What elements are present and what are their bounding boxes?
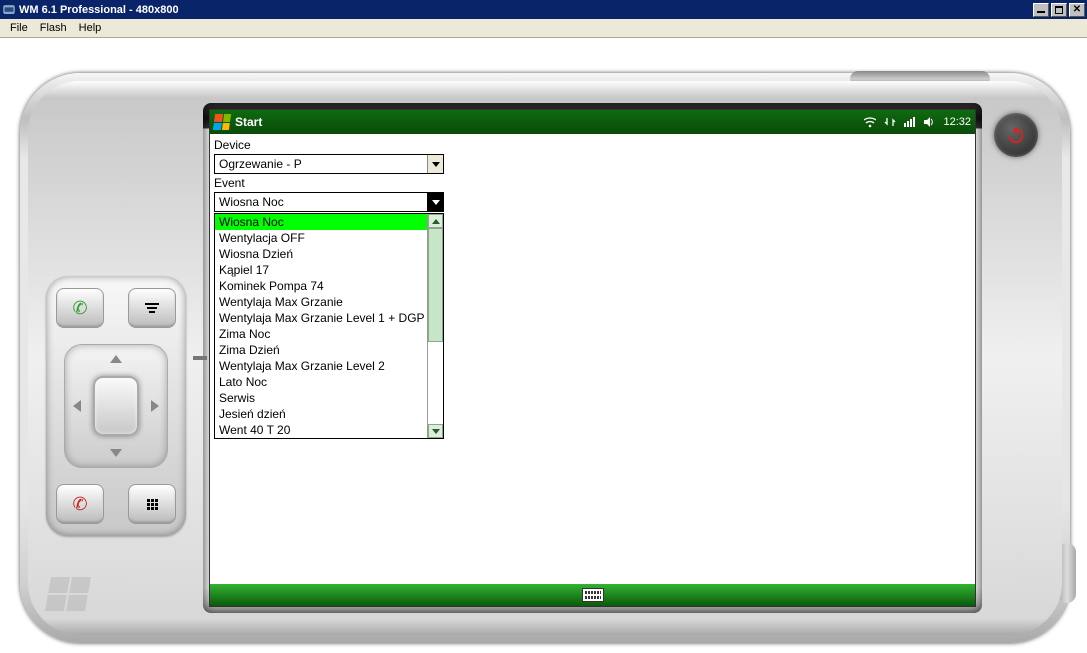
menu-file[interactable]: File	[4, 20, 34, 36]
wm-statusbar[interactable]: Start 12:32	[210, 110, 975, 134]
windows-logo-icon	[45, 577, 91, 611]
event-option[interactable]: Wentylacja OFF	[215, 230, 427, 246]
screen-notch	[193, 356, 207, 360]
menubar: File Flash Help	[0, 19, 1087, 38]
event-option[interactable]: Lato Noc	[215, 374, 427, 390]
dpad[interactable]	[64, 344, 168, 468]
wm-bottombar[interactable]	[210, 584, 975, 606]
window-controls: ✕	[1031, 3, 1085, 17]
event-combo[interactable]: Wiosna Noc	[214, 192, 444, 212]
scroll-thumb[interactable]	[428, 228, 443, 342]
device-combo[interactable]: Ogrzewanie - P	[214, 154, 444, 174]
event-option[interactable]: Wentylaja Max Grzanie Level 2	[215, 358, 427, 374]
event-option[interactable]: Zima Dzień	[215, 342, 427, 358]
event-dropdown: Wiosna NocWentylacja OFFWiosna DzieńKąpi…	[214, 213, 444, 439]
keypad-button[interactable]	[128, 484, 176, 524]
event-option[interactable]: Zima Noc	[215, 326, 427, 342]
wm-start-label: Start	[235, 115, 864, 129]
dpad-center-button[interactable]	[93, 376, 139, 436]
event-option[interactable]: Serwis	[215, 390, 427, 406]
device-inner: ✆ ✆	[28, 81, 1062, 635]
device-combo-value: Ogrzewanie - P	[215, 157, 427, 171]
power-button[interactable]	[994, 113, 1038, 157]
event-combo-value: Wiosna Noc	[215, 195, 427, 209]
dpad-down-icon	[110, 449, 122, 457]
maximize-button[interactable]	[1051, 3, 1067, 17]
event-option[interactable]: Kąpiel 17	[215, 262, 427, 278]
scroll-up-button[interactable]	[428, 214, 443, 228]
client-area: ✆ ✆	[0, 38, 1087, 653]
app-icon	[2, 3, 16, 17]
scrollbar[interactable]	[427, 214, 443, 438]
dpad-left-icon	[73, 400, 81, 412]
dpad-right-icon	[151, 400, 159, 412]
minimize-button[interactable]	[1033, 3, 1049, 17]
clock-label: 12:32	[943, 116, 971, 128]
keypad-icon	[147, 499, 158, 510]
titlebar: WM 6.1 Professional - 480x800 ✕	[0, 0, 1087, 19]
calendar-button[interactable]	[128, 288, 176, 328]
wifi-icon	[864, 116, 876, 128]
event-option[interactable]: Kominek Pompa 74	[215, 278, 427, 294]
chevron-down-icon	[427, 155, 443, 173]
signal-icon	[904, 117, 915, 127]
wm-status-icons: 12:32	[864, 116, 971, 128]
scroll-down-button[interactable]	[428, 424, 443, 438]
hangup-button[interactable]: ✆	[56, 484, 104, 524]
keyboard-icon[interactable]	[582, 588, 604, 602]
control-pod: ✆ ✆	[46, 276, 186, 536]
event-option[interactable]: Wentylaja Max Grzanie Level 1 + DGP	[215, 310, 427, 326]
chevron-down-icon	[427, 193, 443, 211]
wm-content: Device Ogrzewanie - P Event Wiosna Noc	[210, 134, 975, 584]
event-label: Event	[214, 176, 971, 190]
device-label: Device	[214, 138, 971, 152]
event-option[interactable]: Wentylaja Max Grzanie	[215, 294, 427, 310]
titlebar-text: WM 6.1 Professional - 480x800	[19, 4, 1031, 16]
volume-icon	[923, 116, 935, 128]
event-option[interactable]: Jesień dzień	[215, 406, 427, 422]
menu-help[interactable]: Help	[73, 20, 108, 36]
lcd-screen: Start 12:32 Device	[209, 109, 976, 607]
calendar-icon	[145, 303, 159, 313]
start-flag-icon	[213, 114, 231, 130]
menu-flash[interactable]: Flash	[34, 20, 73, 36]
call-button[interactable]: ✆	[56, 288, 104, 328]
close-button[interactable]: ✕	[1069, 3, 1085, 17]
scroll-track[interactable]	[428, 228, 443, 424]
emulator-window: WM 6.1 Professional - 480x800 ✕ File Fla…	[0, 0, 1087, 653]
event-dropdown-items: Wiosna NocWentylacja OFFWiosna DzieńKąpi…	[215, 214, 427, 438]
dpad-up-icon	[110, 355, 122, 363]
event-option[interactable]: Went 40 T 20	[215, 422, 427, 438]
power-icon	[1005, 124, 1027, 146]
device-skin: ✆ ✆	[20, 73, 1070, 643]
screen-bezel: Start 12:32 Device	[203, 103, 982, 613]
sync-icon	[884, 116, 896, 128]
event-option[interactable]: Wiosna Dzień	[215, 246, 427, 262]
event-option[interactable]: Wiosna Noc	[215, 214, 427, 230]
